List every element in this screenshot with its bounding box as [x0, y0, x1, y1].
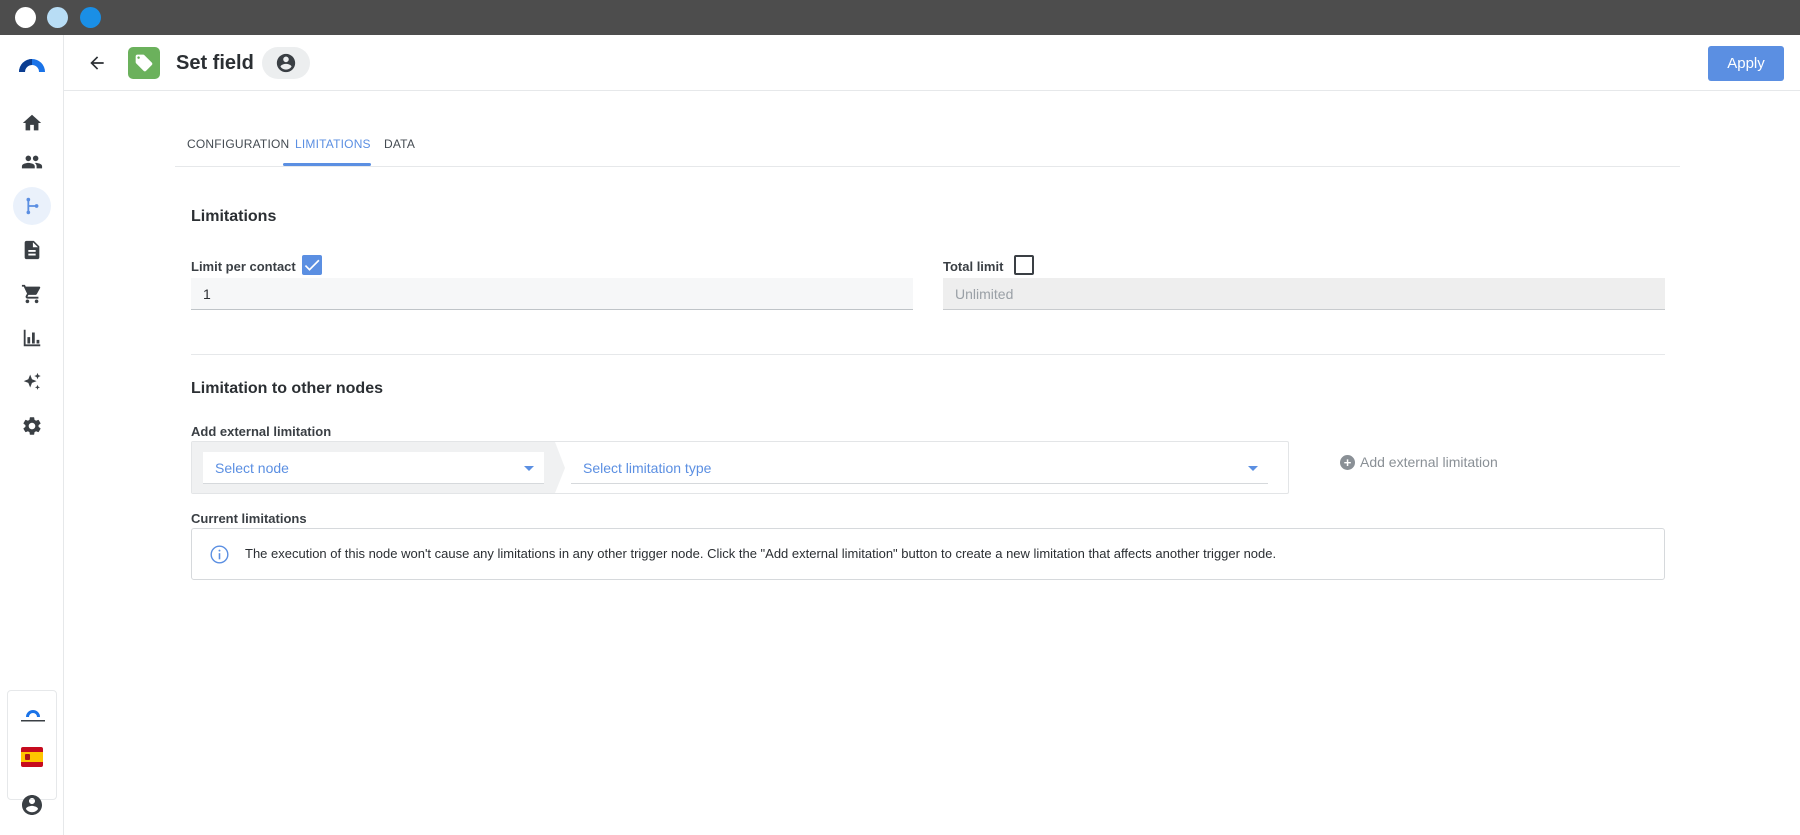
sidebar-item-ai[interactable]: [13, 363, 51, 401]
select-node-dropdown[interactable]: Select node: [203, 452, 544, 484]
page-header: Set field Apply: [64, 35, 1800, 91]
tab-bar: CONFIGURATION LIMITATIONS DATA: [175, 130, 1680, 167]
external-limitation-form: Select node Select limitation type: [191, 441, 1289, 494]
select-limitation-type-dropdown[interactable]: Select limitation type: [571, 452, 1268, 484]
gear-icon: [23, 417, 41, 435]
node-type-badge: [128, 47, 160, 79]
tab-configuration[interactable]: CONFIGURATION: [187, 137, 289, 167]
tag-icon: [135, 54, 153, 72]
window-minimize-dot[interactable]: [47, 7, 68, 28]
current-limitations-label: Current limitations: [191, 511, 307, 526]
brand-logo-icon[interactable]: [17, 705, 49, 723]
limit-per-contact-checkbox[interactable]: [302, 255, 322, 275]
select-node-placeholder: Select node: [215, 460, 289, 476]
plus-circle-icon: +: [1340, 454, 1355, 470]
active-tab-indicator: [283, 163, 371, 166]
people-icon: [21, 155, 43, 169]
window-maximize-dot[interactable]: [80, 7, 101, 28]
total-limit-checkbox[interactable]: [1014, 255, 1034, 275]
account-icon[interactable]: [20, 793, 44, 817]
sidebar-item-contacts[interactable]: [13, 143, 51, 181]
info-message: The execution of this node won't cause a…: [245, 546, 1277, 561]
caret-down-icon: [524, 466, 534, 471]
limitations-title: Limitations: [191, 208, 277, 225]
checkmark-icon: [304, 259, 320, 271]
cart-icon: [21, 284, 41, 304]
bar-chart-icon: [23, 329, 41, 347]
sidebar-item-settings[interactable]: [13, 407, 51, 445]
sidebar-item-home[interactable]: [13, 104, 51, 142]
other-nodes-title: Limitation to other nodes: [191, 380, 383, 397]
total-limit-label: Total limit: [943, 259, 1004, 274]
chevron-separator: [555, 442, 565, 493]
page-title: Set field: [176, 52, 254, 74]
document-icon: [24, 240, 40, 260]
sidebar-item-reports[interactable]: [13, 319, 51, 357]
owner-chip[interactable]: [262, 47, 310, 79]
app-logo-icon[interactable]: [16, 54, 48, 74]
sidebar-item-shop[interactable]: [13, 275, 51, 313]
sidebar-bottom-card: [7, 690, 57, 800]
apply-button[interactable]: Apply: [1708, 46, 1784, 81]
add-external-limitation-button-label: Add external limitation: [1360, 454, 1498, 470]
window-titlebar: [0, 0, 1800, 35]
home-icon: [22, 114, 42, 131]
add-external-limitation-button[interactable]: + Add external limitation: [1340, 454, 1498, 470]
tab-data[interactable]: DATA: [384, 137, 415, 167]
back-button[interactable]: [84, 50, 110, 76]
user-circle-icon: [276, 53, 296, 73]
add-external-limitation-label: Add external limitation: [191, 424, 332, 439]
sparkles-icon: [23, 372, 41, 390]
spain-flag-icon[interactable]: [21, 747, 43, 767]
flow-icon: [26, 197, 39, 215]
select-limitation-type-placeholder: Select limitation type: [583, 460, 712, 476]
current-limitations-info: The execution of this node won't cause a…: [191, 528, 1665, 580]
sidebar-item-flows[interactable]: [13, 187, 51, 225]
limit-per-contact-input[interactable]: 1: [191, 278, 913, 310]
caret-down-icon: [1248, 466, 1258, 471]
arrow-left-icon: [90, 56, 104, 70]
section-divider: [191, 354, 1665, 355]
sidebar-item-documents[interactable]: [13, 231, 51, 269]
info-icon: [210, 545, 229, 564]
sidebar: [0, 35, 64, 835]
total-limit-input: Unlimited: [943, 278, 1665, 310]
limit-per-contact-label: Limit per contact: [191, 259, 296, 274]
window-close-dot[interactable]: [15, 7, 36, 28]
